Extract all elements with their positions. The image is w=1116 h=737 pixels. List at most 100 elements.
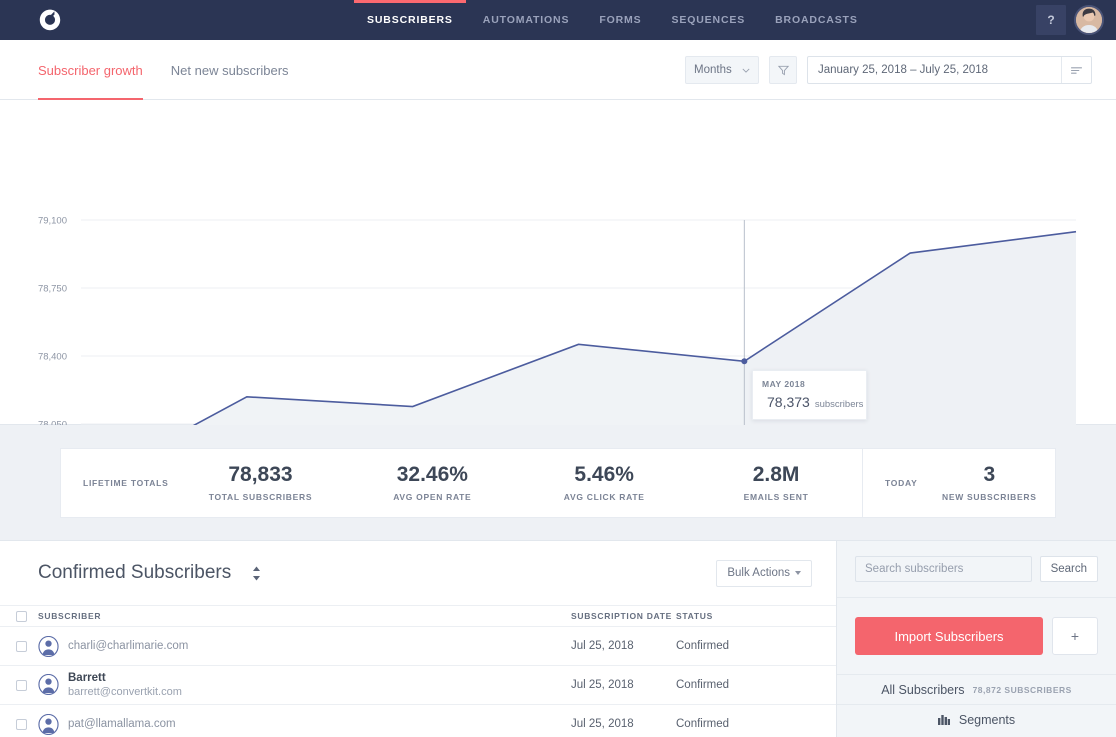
tooltip-row: 78,373 subscribers [762,394,857,410]
period-select-label: Months [694,64,732,76]
table-row[interactable]: charli@charlimarie.com Jul 25, 2018 Conf… [0,627,836,666]
help-button[interactable]: ? [1036,5,1066,35]
row-checkbox[interactable] [16,641,27,652]
subscription-date: Jul 25, 2018 [571,718,676,730]
nav-item-broadcasts[interactable]: BROADCASTS [760,0,873,40]
stat-value: 3 [983,464,995,485]
caret-down-icon [795,571,801,575]
search-button[interactable]: Search [1040,556,1098,582]
stat-caption: AVG CLICK RATE [564,492,645,502]
bulk-actions-button[interactable]: Bulk Actions [716,560,812,587]
tab-net-new-subscribers[interactable]: Net new subscribers [171,40,317,100]
stat-value: 32.46% [397,464,468,485]
row-select-cell [0,680,38,691]
subscribers-sidebar: Search Import Subscribers + All Subscrib… [836,540,1116,737]
subscriber-email: charli@charlimarie.com [68,640,188,652]
nav-item-sequences[interactable]: SEQUENCES [657,0,761,40]
import-subscribers-button[interactable]: Import Subscribers [855,617,1043,655]
add-subscriber-button[interactable]: + [1052,617,1098,655]
stat-value: 5.46% [574,464,634,485]
chart-tooltip: MAY 2018 78,373 subscribers [752,370,867,420]
sort-updown-icon [252,566,261,581]
tab-label: Subscriber growth [38,63,143,78]
row-select-cell [0,719,38,730]
date-range-picker[interactable]: January 25, 2018 – July 25, 2018 [807,56,1092,84]
stat-avg-click-rate: 5.46% AVG CLICK RATE [518,464,690,502]
subscriber-avatar-icon [38,714,59,735]
subscribers-table-header: Confirmed Subscribers Bulk Actions [0,541,836,605]
table-row[interactable]: Barrett barrett@convertkit.com Jul 25, 2… [0,666,836,705]
stat-total-subscribers: 78,833 TOTAL SUBSCRIBERS [175,464,347,502]
stat-value: 2.8M [753,464,800,485]
subscriber-cell: Barrett barrett@convertkit.com [38,671,571,700]
date-range-value: January 25, 2018 – July 25, 2018 [808,64,1061,76]
subscriber-growth-chart: 77,70078,05078,40078,75079,100JAN 2018FE… [0,100,1116,425]
period-select[interactable]: Months [685,56,759,84]
stat-emails-sent: 2.8M EMAILS SENT [690,464,862,502]
chart-toolbar: Months January 25, 2018 – July 25, 2018 [685,40,1092,100]
chart-canvas[interactable]: 77,70078,05078,40078,75079,100JAN 2018FE… [0,100,1116,425]
nav-item-subscribers[interactable]: SUBSCRIBERS [352,0,468,40]
y-axis-tick-label: 78,400 [38,352,67,363]
today-label: TODAY [863,478,924,488]
table-row[interactable]: pat@llamallama.com Jul 25, 2018 Confirme… [0,705,836,737]
search-input[interactable] [855,556,1032,582]
nav-item-label: SEQUENCES [672,14,746,26]
sidebar-item-all-subscribers[interactable]: All Subscribers 78,872 SUBSCRIBERS [837,674,1116,704]
chevron-down-icon [742,68,750,73]
search-row: Search [837,541,1116,597]
report-tab-bar: Subscriber growth Net new subscribers Mo… [0,40,1116,100]
sidebar-item-label: Segments [959,713,1015,727]
subscriber-name: Barrett [68,671,182,685]
tab-label: Net new subscribers [171,63,289,78]
subscriber-identity: Barrett barrett@convertkit.com [68,671,182,700]
subscriber-cell: charli@charlimarie.com [38,636,571,657]
top-navigation-bar: SUBSCRIBERS AUTOMATIONS FORMS SEQUENCES … [0,0,1116,40]
select-all-cell [0,611,38,622]
row-checkbox[interactable] [16,680,27,691]
primary-nav-links: SUBSCRIBERS AUTOMATIONS FORMS SEQUENCES … [352,0,873,40]
stat-caption: NEW SUBSCRIBERS [942,492,1037,502]
avatar[interactable] [1074,5,1104,35]
date-range-options-button[interactable] [1061,57,1091,83]
column-header-subscription-date: SUBSCRIPTION DATE [571,611,676,621]
convertkit-o-logo-icon [38,8,62,32]
subscriber-email: pat@llamallama.com [68,718,176,730]
stats-section: LIFETIME TOTALS 78,833 TOTAL SUBSCRIBERS… [0,425,1116,540]
filter-button[interactable] [769,56,797,84]
subscriber-email: barrett@convertkit.com [68,685,182,699]
subscription-date: Jul 25, 2018 [571,640,676,652]
tab-subscriber-growth[interactable]: Subscriber growth [38,40,171,100]
funnel-filter-icon [777,64,790,77]
subscriber-cell: pat@llamallama.com [38,714,571,735]
tooltip-value: 78,373 [767,394,810,410]
page-title: Confirmed Subscribers [38,562,231,584]
sort-toggle-button[interactable] [252,566,261,581]
y-axis-tick-label: 78,050 [38,420,67,426]
sidebar-item-label: All Subscribers [881,683,964,697]
stat-new-subscribers: 3 NEW SUBSCRIBERS [924,464,1055,502]
segments-icon [938,714,950,725]
column-header-status: STATUS [676,611,836,621]
status-badge: Confirmed [676,640,836,652]
stat-caption: EMAILS SENT [744,492,809,502]
report-tabs: Subscriber growth Net new subscribers [38,40,317,100]
app-logo[interactable] [38,0,62,40]
stat-caption: TOTAL SUBSCRIBERS [209,492,313,502]
select-all-checkbox[interactable] [16,611,27,622]
status-badge: Confirmed [676,679,836,691]
nav-item-automations[interactable]: AUTOMATIONS [468,0,585,40]
stat-value: 78,833 [228,464,292,485]
sidebar-item-segments[interactable]: Segments [837,704,1116,734]
row-checkbox[interactable] [16,719,27,730]
subscribers-table-panel: Confirmed Subscribers Bulk Actions SUBSC… [0,540,836,737]
y-axis-tick-label: 78,750 [38,284,67,295]
lifetime-totals-label: LIFETIME TOTALS [61,478,175,488]
sidebar-item-count: 78,872 SUBSCRIBERS [973,685,1072,695]
nav-item-forms[interactable]: FORMS [584,0,656,40]
stats-card: LIFETIME TOTALS 78,833 TOTAL SUBSCRIBERS… [60,448,1056,518]
tooltip-unit: subscribers [815,399,864,410]
sliders-icon [1070,66,1083,75]
nav-item-label: BROADCASTS [775,14,858,26]
subscriber-avatar-icon [38,674,59,695]
